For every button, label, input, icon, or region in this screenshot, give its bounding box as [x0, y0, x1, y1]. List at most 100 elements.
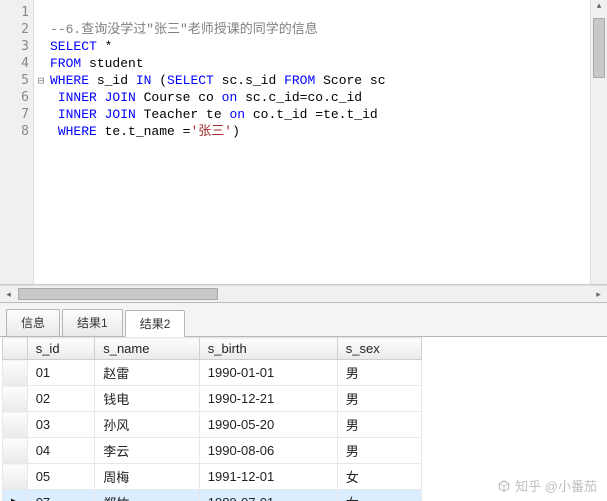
- cell[interactable]: 女: [337, 490, 421, 501]
- sql-editor[interactable]: 12345678 ⊟ --6.查询没学过"张三"老师授课的同学的信息SELECT…: [0, 0, 607, 285]
- cell[interactable]: 钱电: [95, 386, 200, 412]
- code-token: (: [151, 73, 167, 88]
- result-tabs: 信息结果1结果2: [0, 303, 607, 336]
- line-number: 5: [0, 72, 33, 89]
- code-line[interactable]: INNER JOIN Course co on sc.c_id=co.c_id: [50, 89, 586, 106]
- cell[interactable]: 男: [337, 386, 421, 412]
- line-number: 8: [0, 123, 33, 140]
- row-indicator[interactable]: [3, 464, 28, 490]
- code-line[interactable]: WHERE te.t_name ='张三'): [50, 123, 586, 140]
- cell[interactable]: 04: [27, 438, 95, 464]
- code-token: te.t_name =: [97, 124, 191, 139]
- column-header[interactable]: s_birth: [199, 338, 337, 360]
- vertical-scrollbar[interactable]: ▴: [590, 0, 607, 284]
- code-token: [50, 124, 58, 139]
- table-row[interactable]: 04李云1990-08-06男: [3, 438, 422, 464]
- grid-header-row: s_ids_names_births_sex: [3, 338, 422, 360]
- cell[interactable]: 02: [27, 386, 95, 412]
- scroll-thumb[interactable]: [18, 288, 218, 300]
- cell[interactable]: 05: [27, 464, 95, 490]
- row-indicator-header: [3, 338, 28, 360]
- scroll-right-arrow-icon[interactable]: ▸: [590, 286, 607, 302]
- cell[interactable]: 李云: [95, 438, 200, 464]
- code-line[interactable]: WHERE s_id IN (SELECT sc.s_id FROM Score…: [50, 72, 586, 89]
- result-grid[interactable]: s_ids_names_births_sex 01赵雷1990-01-01男02…: [2, 337, 422, 501]
- code-token: WHERE: [58, 124, 97, 139]
- line-number: 2: [0, 21, 33, 38]
- code-token: *: [97, 39, 113, 54]
- fold-toggle-icon[interactable]: ⊟: [34, 72, 48, 89]
- row-indicator-current-icon[interactable]: ▶: [3, 490, 28, 501]
- result-tab[interactable]: 信息: [6, 309, 60, 336]
- cell[interactable]: 男: [337, 438, 421, 464]
- result-tab[interactable]: 结果1: [62, 309, 123, 336]
- code-token: WHERE: [50, 73, 89, 88]
- code-token: Teacher te: [136, 107, 230, 122]
- column-header[interactable]: s_name: [95, 338, 200, 360]
- cell[interactable]: 孙风: [95, 412, 200, 438]
- line-number: 4: [0, 55, 33, 72]
- table-row[interactable]: ▶07郑竹1989-07-01女: [3, 490, 422, 501]
- code-token: on: [222, 90, 238, 105]
- code-token: [50, 90, 58, 105]
- cell[interactable]: 1991-12-01: [199, 464, 337, 490]
- line-number-gutter: 12345678: [0, 0, 34, 284]
- code-token: FROM: [50, 56, 81, 71]
- cell[interactable]: 01: [27, 360, 95, 386]
- code-token: SELECT: [50, 39, 97, 54]
- cell[interactable]: 1989-07-01: [199, 490, 337, 501]
- cell[interactable]: 1990-01-01: [199, 360, 337, 386]
- column-header[interactable]: s_sex: [337, 338, 421, 360]
- cell[interactable]: 周梅: [95, 464, 200, 490]
- code-line[interactable]: --6.查询没学过"张三"老师授课的同学的信息: [50, 21, 586, 38]
- line-number: 1: [0, 4, 33, 21]
- cell[interactable]: 女: [337, 464, 421, 490]
- row-indicator[interactable]: [3, 412, 28, 438]
- fold-column[interactable]: ⊟: [34, 0, 48, 284]
- cell[interactable]: 1990-08-06: [199, 438, 337, 464]
- scroll-left-arrow-icon[interactable]: ◂: [0, 286, 17, 302]
- code-area[interactable]: --6.查询没学过"张三"老师授课的同学的信息SELECT *FROM stud…: [48, 0, 590, 284]
- scroll-thumb[interactable]: [593, 18, 605, 78]
- fold-spacer: [34, 89, 48, 106]
- cell[interactable]: 1990-12-21: [199, 386, 337, 412]
- horizontal-scrollbar[interactable]: ◂ ▸: [0, 285, 607, 302]
- fold-spacer: [34, 4, 48, 21]
- code-line[interactable]: FROM student: [50, 55, 586, 72]
- code-token: Course co: [136, 90, 222, 105]
- result-tab[interactable]: 结果2: [125, 310, 186, 337]
- column-header[interactable]: s_id: [27, 338, 95, 360]
- code-token: INNER JOIN: [58, 90, 136, 105]
- code-line[interactable]: [50, 4, 586, 21]
- row-indicator[interactable]: [3, 386, 28, 412]
- fold-spacer: [34, 55, 48, 72]
- code-token: FROM: [284, 73, 315, 88]
- code-token: sc.s_id: [214, 73, 284, 88]
- cell[interactable]: 男: [337, 360, 421, 386]
- code-token: SELECT: [167, 73, 214, 88]
- code-token: --6.查询没学过"张三"老师授课的同学的信息: [50, 22, 318, 37]
- cell[interactable]: 03: [27, 412, 95, 438]
- fold-spacer: [34, 123, 48, 140]
- table-row[interactable]: 03孙风1990-05-20男: [3, 412, 422, 438]
- code-line[interactable]: INNER JOIN Teacher te on co.t_id =te.t_i…: [50, 106, 586, 123]
- code-token: on: [229, 107, 245, 122]
- fold-spacer: [34, 21, 48, 38]
- table-row[interactable]: 05周梅1991-12-01女: [3, 464, 422, 490]
- row-indicator[interactable]: [3, 360, 28, 386]
- fold-spacer: [34, 106, 48, 123]
- row-indicator[interactable]: [3, 438, 28, 464]
- code-token: [50, 107, 58, 122]
- table-row[interactable]: 01赵雷1990-01-01男: [3, 360, 422, 386]
- line-number: 6: [0, 89, 33, 106]
- code-token: student: [81, 56, 143, 71]
- scroll-up-arrow-icon[interactable]: ▴: [591, 0, 607, 17]
- code-line[interactable]: SELECT *: [50, 38, 586, 55]
- cell[interactable]: 郑竹: [95, 490, 200, 501]
- cell[interactable]: 男: [337, 412, 421, 438]
- code-token: INNER JOIN: [58, 107, 136, 122]
- cell[interactable]: 赵雷: [95, 360, 200, 386]
- table-row[interactable]: 02钱电1990-12-21男: [3, 386, 422, 412]
- cell[interactable]: 1990-05-20: [199, 412, 337, 438]
- cell[interactable]: 07: [27, 490, 95, 501]
